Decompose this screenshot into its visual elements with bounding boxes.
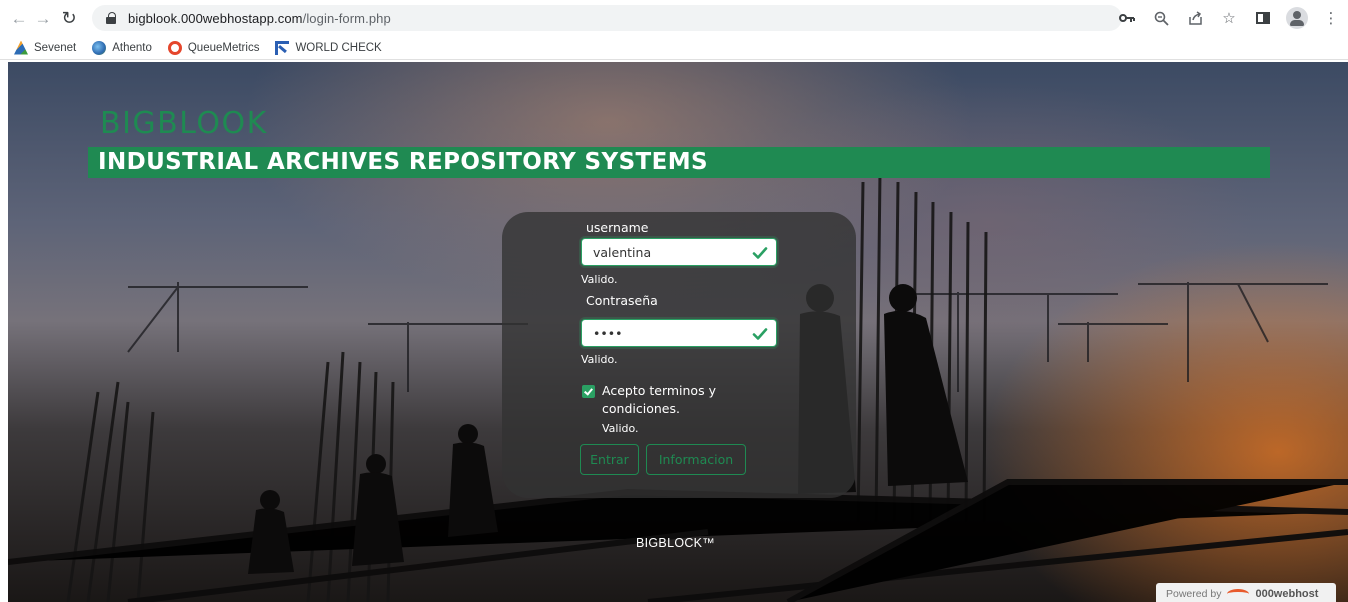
terms-valid-text: Valido. — [602, 422, 639, 435]
toolbar-actions: ☆ ⋮ — [1116, 7, 1342, 29]
bookmark-label: QueueMetrics — [187, 41, 260, 54]
terms-checkbox[interactable] — [582, 385, 595, 398]
powered-by-text: Powered by — [1166, 588, 1222, 600]
submit-button[interactable]: Entrar — [580, 444, 639, 475]
side-panel-icon-wrap[interactable] — [1252, 7, 1274, 29]
star-icon[interactable]: ☆ — [1218, 7, 1240, 29]
queuemetrics-icon — [167, 40, 182, 55]
page-viewport: BIGBLOOK INDUSTRIAL ARCHIVES REPOSITORY … — [8, 62, 1348, 602]
webhost-logo-icon — [1227, 589, 1250, 599]
back-icon[interactable]: ← — [8, 7, 30, 29]
bookmark-athento[interactable]: Athento — [92, 40, 152, 55]
side-panel-icon — [1256, 12, 1270, 24]
world-check-icon — [275, 40, 290, 55]
bookmark-label: WORLD CHECK — [295, 41, 382, 54]
powered-by-badge[interactable]: Powered by 000webhost — [1156, 583, 1336, 602]
bookmark-label: Sevenet — [34, 41, 77, 54]
powered-host-text: 000webhost — [1255, 588, 1319, 600]
username-input[interactable]: valentina — [581, 238, 777, 266]
browser-toolbar: ← → ↻ bigblook.000webhostapp.com/login-f… — [0, 0, 1348, 36]
brand-logo-text: BIGBLOOK — [100, 106, 268, 141]
password-label: Contraseña — [586, 293, 658, 308]
password-value: •••• — [593, 325, 623, 341]
password-valid-text: Valido. — [581, 353, 618, 366]
sevenet-icon — [14, 40, 28, 55]
bookmarks-bar: Sevenet Athento QueueMetrics WORLD CHECK — [0, 36, 1348, 60]
footer-brand: BIGBLOCK™ — [636, 536, 716, 550]
profile-icon[interactable] — [1286, 7, 1308, 29]
lock-icon[interactable] — [106, 12, 116, 24]
terms-label[interactable]: Acepto terminos y condiciones. — [602, 382, 752, 418]
zoom-icon[interactable] — [1150, 7, 1172, 29]
forward-icon[interactable]: → — [32, 7, 54, 29]
valid-check-icon — [752, 247, 768, 259]
url-host: bigblook.000webhostapp.com — [128, 10, 303, 26]
info-button[interactable]: Informacion — [646, 444, 746, 475]
title-banner: INDUSTRIAL ARCHIVES REPOSITORY SYSTEMS — [88, 147, 1270, 178]
athento-icon — [92, 40, 107, 55]
username-label: username — [586, 220, 649, 235]
url-text[interactable]: bigblook.000webhostapp.com/login-form.ph… — [128, 11, 391, 26]
share-icon[interactable] — [1184, 7, 1206, 29]
password-input[interactable]: •••• — [581, 319, 777, 347]
valid-check-icon — [752, 328, 768, 340]
page-title: INDUSTRIAL ARCHIVES REPOSITORY SYSTEMS — [98, 149, 708, 175]
bookmark-queuemetrics[interactable]: QueueMetrics — [167, 40, 260, 55]
key-icon[interactable] — [1116, 7, 1138, 29]
username-valid-text: Valido. — [581, 273, 618, 286]
username-value: valentina — [593, 244, 652, 260]
address-bar[interactable]: bigblook.000webhostapp.com/login-form.ph… — [92, 5, 1122, 31]
bookmark-world-check[interactable]: WORLD CHECK — [275, 40, 382, 55]
bookmark-sevenet[interactable]: Sevenet — [14, 40, 77, 55]
url-path: /login-form.php — [302, 10, 391, 26]
menu-icon[interactable]: ⋮ — [1320, 7, 1342, 29]
reload-icon[interactable]: ↻ — [58, 7, 80, 29]
bookmark-label: Athento — [112, 41, 152, 54]
